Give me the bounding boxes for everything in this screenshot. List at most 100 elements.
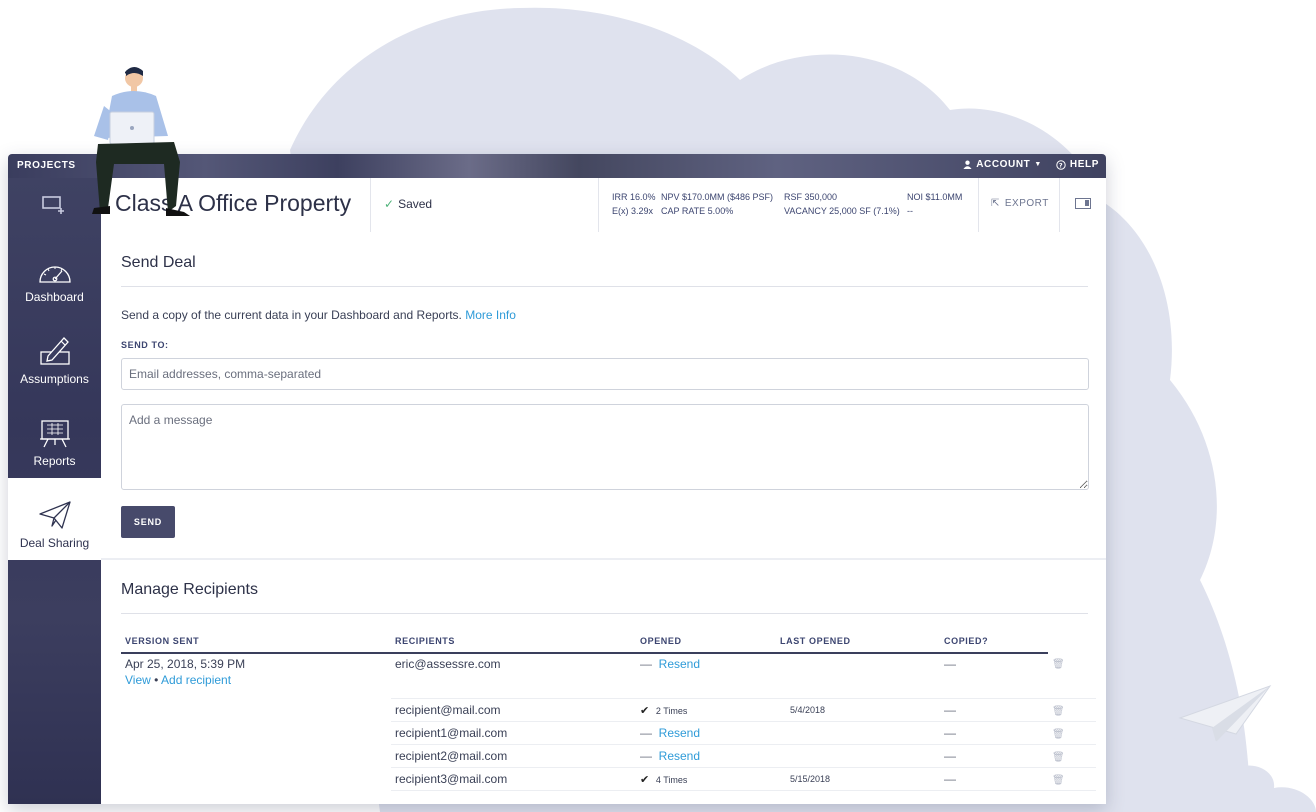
check-icon: ✔ [640, 705, 650, 717]
more-info-link[interactable]: More Info [465, 308, 516, 322]
metric-noi: NOI $11.0MM [907, 192, 963, 202]
version-date: Apr 25, 2018, 5:39 PM [125, 657, 246, 671]
trash-icon[interactable]: 🗑 [1052, 659, 1065, 670]
send-deal-description: Send a copy of the current data in your … [121, 308, 516, 322]
panel-toggle-icon[interactable] [1075, 198, 1091, 209]
sidebar: Dashboard Assumptions Reports Deal Shari… [8, 178, 101, 804]
opened-cell: ✔ 2 Times [636, 698, 776, 722]
opened-dash: — [640, 657, 652, 671]
trash-icon[interactable]: 🗑 [1052, 729, 1065, 740]
app-window: PROJECTS ACCOUNT ▼ ? HELP Dashboard Assu… [8, 154, 1106, 804]
gauge-icon [38, 266, 71, 283]
table-row: Apr 25, 2018, 5:39 PM View • Add recipie… [121, 653, 1096, 699]
sidebar-item-label: Assumptions [20, 372, 89, 386]
send-deal-title: Send Deal [121, 254, 196, 271]
project-header: Class A Office Property ✓ Saved IRR 16.0%… [101, 178, 1106, 234]
delete-cell: 🗑 [1048, 721, 1096, 745]
last-opened-cell: 5/15/2018 [776, 767, 940, 791]
last-opened-cell [776, 653, 940, 699]
copied-cell: — [940, 744, 1048, 768]
saved-label: Saved [398, 197, 433, 211]
section-divider [121, 613, 1088, 614]
projects-label[interactable]: PROJECTS [17, 160, 76, 171]
export-icon: ⇱ [991, 198, 1000, 209]
send-button[interactable]: SEND [121, 506, 175, 538]
opened-cell: — Resend [636, 744, 776, 768]
link-separator: • [154, 673, 159, 687]
recipient-email: recipient@mail.com [391, 698, 636, 722]
delete-cell: 🗑 [1048, 653, 1096, 699]
add-recipient-link[interactable]: Add recipient [161, 673, 231, 687]
metric-ex: E(x) 3.29x [612, 206, 654, 216]
sidebar-item-reports[interactable]: Reports [8, 396, 101, 478]
opened-dash: — [640, 726, 652, 740]
last-opened-cell: 5/4/2018 [776, 698, 940, 722]
metric-npv: NPV $170.0MM ($486 PSF) [661, 192, 774, 202]
sidebar-item-label: Deal Sharing [19, 536, 90, 550]
main-content: Send Deal Send a copy of the current dat… [101, 232, 1106, 804]
easel-icon [39, 420, 70, 448]
copied-cell: — [940, 721, 1048, 745]
copied-cell: — [940, 698, 1048, 722]
resend-link[interactable]: Resend [659, 749, 700, 763]
opened-dash: — [640, 749, 652, 763]
view-link[interactable]: View [125, 673, 151, 687]
check-icon: ✓ [384, 197, 395, 211]
recipient-email: recipient3@mail.com [391, 767, 636, 791]
version-links: View • Add recipient [125, 673, 387, 687]
metric-rsf: RSF 350,000 [784, 192, 838, 202]
header-divider [1059, 178, 1060, 232]
section-separator [101, 558, 1106, 560]
trash-icon[interactable]: 🗑 [1052, 775, 1065, 786]
top-bar-right: ACCOUNT ▼ ? HELP [963, 159, 1099, 170]
opened-cell: — Resend [636, 721, 776, 745]
email-recipients-input[interactable] [121, 358, 1089, 390]
resend-link[interactable]: Resend [659, 726, 700, 740]
opened-times: 4 Times [655, 775, 688, 785]
metric-vacancy: VACANCY 25,000 SF (7.1%) [784, 206, 900, 216]
recipient-email: recipient1@mail.com [391, 721, 636, 745]
export-label: EXPORT [1004, 198, 1049, 209]
delete-cell: 🗑 [1048, 744, 1096, 768]
delete-cell: 🗑 [1048, 767, 1096, 791]
trash-icon[interactable]: 🗑 [1052, 752, 1065, 763]
trash-icon[interactable]: 🗑 [1052, 706, 1065, 717]
header-divider [598, 178, 599, 232]
sidebar-item-deal-sharing[interactable]: Deal Sharing [8, 478, 101, 560]
opened-cell: ✔ 4 Times [636, 767, 776, 791]
table-header-row: VERSION SENT RECIPIENTS OPENED LAST OPEN… [121, 634, 1096, 654]
cloud-illustration [1076, 735, 1316, 812]
sidebar-item-label: Dashboard [25, 290, 84, 304]
section-divider [121, 286, 1088, 287]
export-button[interactable]: ⇱ EXPORT [991, 198, 1049, 209]
account-menu[interactable]: ACCOUNT ▼ [963, 159, 1042, 170]
paper-plane-icon [38, 501, 71, 529]
last-opened-cell [776, 744, 940, 768]
header-divider [370, 178, 371, 232]
column-header-actions [1048, 634, 1096, 653]
sidebar-item-dashboard[interactable]: Dashboard [8, 232, 101, 314]
column-header-last-opened: LAST OPENED [776, 634, 940, 654]
recipient-email: recipient2@mail.com [391, 744, 636, 768]
sidebar-item-label: Reports [33, 454, 76, 468]
metric-irr: IRR 16.0% [612, 192, 656, 202]
saved-status: ✓ Saved [384, 197, 432, 211]
check-icon: ✔ [640, 774, 650, 786]
resend-link[interactable]: Resend [659, 657, 700, 671]
metric-cap-rate: CAP RATE 5.00% [661, 206, 734, 216]
copied-cell: — [940, 767, 1048, 791]
svg-text:?: ? [1059, 161, 1063, 169]
manage-recipients-title: Manage Recipients [121, 581, 258, 598]
account-label: ACCOUNT [976, 159, 1031, 170]
column-header-recipients: RECIPIENTS [391, 634, 636, 654]
person-with-laptop-illustration [92, 67, 190, 216]
sidebar-item-assumptions[interactable]: Assumptions [8, 314, 101, 396]
help-label: HELP [1069, 159, 1099, 170]
description-text: Send a copy of the current data in your … [121, 308, 462, 322]
message-textarea[interactable] [121, 404, 1089, 490]
user-icon [963, 160, 972, 169]
header-divider [978, 178, 979, 232]
last-opened-cell [776, 721, 940, 745]
help-link[interactable]: ? HELP [1056, 159, 1099, 170]
version-cell: Apr 25, 2018, 5:39 PM View • Add recipie… [121, 653, 391, 791]
